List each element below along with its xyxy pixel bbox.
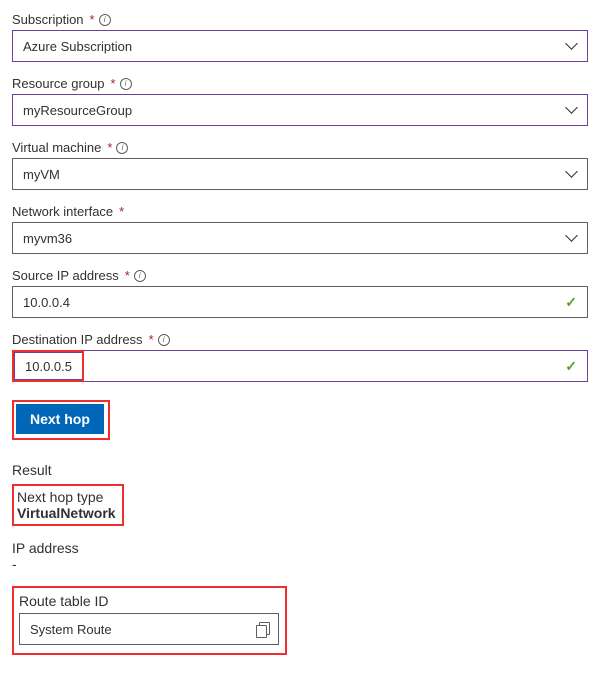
- info-icon[interactable]: i: [99, 14, 111, 26]
- info-icon[interactable]: i: [134, 270, 146, 282]
- source-ip-label-text: Source IP address: [12, 268, 119, 283]
- subscription-label-text: Subscription: [12, 12, 84, 27]
- route-table-block: Route table ID System Route: [12, 586, 287, 655]
- source-ip-field: Source IP address * i 10.0.0.4 ✓: [12, 268, 588, 318]
- required-star: *: [111, 76, 116, 91]
- resource-group-value: myResourceGroup: [23, 103, 132, 118]
- next-hop-type-value: VirtualNetwork: [17, 505, 116, 521]
- info-icon[interactable]: i: [116, 142, 128, 154]
- dest-ip-field: Destination IP address * i 10.0.0.5 ✓: [12, 332, 588, 382]
- vm-value: myVM: [23, 167, 60, 182]
- nic-value: myvm36: [23, 231, 72, 246]
- vm-select[interactable]: myVM: [12, 158, 588, 190]
- resource-group-select[interactable]: myResourceGroup: [12, 94, 588, 126]
- chevron-down-icon: [567, 233, 577, 243]
- chevron-down-icon: [567, 169, 577, 179]
- dest-ip-label-text: Destination IP address: [12, 332, 143, 347]
- source-ip-value: 10.0.0.4: [23, 295, 70, 310]
- required-star: *: [107, 140, 112, 155]
- required-star: *: [90, 12, 95, 27]
- required-star: *: [119, 204, 124, 219]
- nic-label: Network interface *: [12, 204, 588, 219]
- dest-ip-highlight: 10.0.0.5: [12, 350, 84, 382]
- subscription-field: Subscription * i Azure Subscription: [12, 12, 588, 62]
- source-ip-input[interactable]: 10.0.0.4 ✓: [12, 286, 588, 318]
- nic-field: Network interface * myvm36: [12, 204, 588, 254]
- dest-ip-label: Destination IP address * i: [12, 332, 588, 347]
- chevron-down-icon: [567, 105, 577, 115]
- vm-label-text: Virtual machine: [12, 140, 101, 155]
- info-icon[interactable]: i: [120, 78, 132, 90]
- next-hop-type-box: Next hop type VirtualNetwork: [12, 484, 124, 526]
- check-icon: ✓: [565, 294, 577, 311]
- next-hop-wrapper: Next hop: [12, 400, 588, 440]
- next-hop-type-label: Next hop type: [17, 489, 116, 505]
- info-icon[interactable]: i: [158, 334, 170, 346]
- next-hop-button[interactable]: Next hop: [16, 404, 104, 434]
- check-icon: ✓: [565, 358, 577, 375]
- dest-ip-rest: ✓: [82, 350, 588, 382]
- nic-select[interactable]: myvm36: [12, 222, 588, 254]
- resource-group-label: Resource group * i: [12, 76, 588, 91]
- subscription-select[interactable]: Azure Subscription: [12, 30, 588, 62]
- result-heading: Result: [12, 462, 588, 478]
- vm-field: Virtual machine * i myVM: [12, 140, 588, 190]
- next-hop-highlight: Next hop: [12, 400, 110, 440]
- required-star: *: [125, 268, 130, 283]
- route-table-input[interactable]: System Route: [19, 613, 279, 645]
- route-table-value: System Route: [30, 622, 112, 637]
- next-hop-button-label: Next hop: [30, 411, 90, 427]
- dest-ip-input[interactable]: 10.0.0.5 ✓: [12, 350, 588, 382]
- route-table-label: Route table ID: [19, 593, 279, 609]
- required-star: *: [149, 332, 154, 347]
- resource-group-label-text: Resource group: [12, 76, 105, 91]
- result-section: Result Next hop type VirtualNetwork IP a…: [12, 462, 588, 655]
- ip-address-value: -: [12, 556, 588, 572]
- nic-label-text: Network interface: [12, 204, 113, 219]
- vm-label: Virtual machine * i: [12, 140, 588, 155]
- dest-ip-value: 10.0.0.5: [25, 359, 72, 374]
- copy-icon[interactable]: [256, 622, 268, 636]
- subscription-value: Azure Subscription: [23, 39, 132, 54]
- ip-address-label: IP address: [12, 540, 588, 556]
- subscription-label: Subscription * i: [12, 12, 588, 27]
- ip-address-block: IP address -: [12, 540, 588, 572]
- source-ip-label: Source IP address * i: [12, 268, 588, 283]
- resource-group-field: Resource group * i myResourceGroup: [12, 76, 588, 126]
- chevron-down-icon: [567, 41, 577, 51]
